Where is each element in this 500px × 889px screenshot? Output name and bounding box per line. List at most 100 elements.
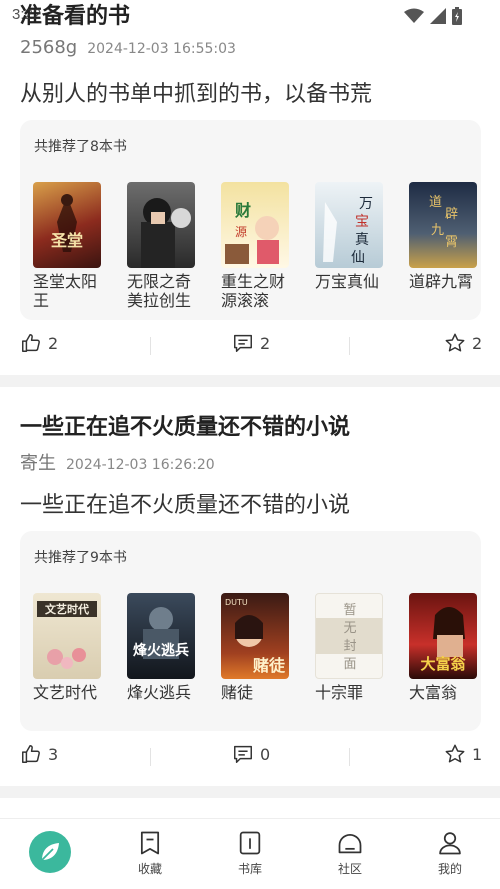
svg-text:文艺时代: 文艺时代: [45, 602, 89, 616]
book-item[interactable]: 圣堂 圣堂太阳王: [33, 182, 127, 310]
book-item[interactable]: 大富翁 大富翁: [409, 593, 500, 702]
like-button[interactable]: 2: [20, 332, 58, 354]
book-cover: 暂无封面: [315, 593, 383, 679]
tab-favorites[interactable]: 收藏: [100, 819, 200, 889]
svg-text:仙: 仙: [351, 250, 365, 266]
tab-label: 社区: [337, 862, 362, 876]
comment-button[interactable]: 0: [232, 743, 270, 765]
book-item[interactable]: 文艺时代 文艺时代: [33, 593, 127, 702]
bookmark-icon: [140, 831, 160, 855]
star-count: 2: [472, 333, 483, 353]
book-item[interactable]: DUTU 赌徒 赌徒: [221, 593, 315, 702]
book-title: 无限之奇美拉创生: [127, 272, 192, 310]
book-list: 共推荐了8本书 圣堂 圣堂太阳王 无限之奇美拉创生 财源 重生之财源滚滚 万 宝…: [20, 120, 481, 320]
svg-text:源: 源: [235, 225, 247, 239]
bottom-tab-bar: 收藏 书库 社区 我的: [0, 818, 500, 889]
tab-home[interactable]: [0, 819, 100, 889]
comment-icon: [234, 334, 252, 352]
star-icon: [445, 744, 465, 763]
book-item[interactable]: 道辟九霄 道辟九霄: [409, 182, 500, 310]
thumb-up-icon: [22, 334, 40, 352]
tab-profile[interactable]: 我的: [400, 819, 500, 889]
favorite-button[interactable]: 2: [444, 332, 482, 354]
thumb-up-icon: [22, 745, 40, 763]
book-title: 道辟九霄: [409, 272, 474, 291]
svg-text:宝: 宝: [355, 214, 369, 230]
post-author[interactable]: 2568g: [20, 37, 77, 58]
tab-library[interactable]: 书库: [200, 819, 300, 889]
book-cover: 圣堂: [33, 182, 101, 268]
star-icon: [445, 333, 465, 352]
svg-text:暂: 暂: [343, 603, 356, 618]
post-summary: 一些正在追不火质量还不错的小说: [20, 493, 351, 518]
post-title: 一些正在追不火质量还不错的小说: [20, 415, 351, 440]
like-count: 2: [48, 333, 59, 353]
battery-icon: [452, 7, 462, 25]
comment-icon: [234, 745, 252, 763]
book-cover: 道辟九霄: [409, 182, 477, 268]
book-title: 圣堂太阳王: [33, 272, 98, 310]
signal-icon: [430, 8, 446, 24]
post-actions: 3 0 1: [0, 743, 500, 773]
post-time: 2024-12-03 16:26:20: [66, 457, 215, 473]
tab-label: 我的: [437, 862, 462, 876]
book-cover: 财源: [221, 182, 289, 268]
book-icon: [239, 831, 261, 855]
svg-text:面: 面: [343, 657, 356, 672]
tab-label: 书库: [237, 862, 262, 876]
wifi-icon: [404, 8, 424, 23]
svg-text:财: 财: [234, 201, 251, 220]
book-title: 大富翁: [409, 683, 458, 702]
svg-text:万: 万: [359, 196, 373, 212]
action-divider: [349, 748, 350, 766]
post-meta: 2568g 2024-12-03 16:55:03: [20, 37, 236, 58]
tab-community[interactable]: 社区: [300, 819, 400, 889]
book-title: 文艺时代: [33, 683, 98, 702]
post-card[interactable]: 一些正在追不火质量还不错的小说 寄生 2024-12-03 16:26:20 一…: [0, 387, 500, 786]
svg-text:九: 九: [431, 223, 444, 238]
book-title: 重生之财源滚滚: [221, 272, 286, 310]
book-count: 共推荐了9本书: [34, 550, 127, 566]
book-cover: 万宝真仙: [315, 182, 383, 268]
book-item[interactable]: 财源 重生之财源滚滚: [221, 182, 315, 310]
svg-text:霄: 霄: [445, 235, 458, 250]
book-title: 十宗罪: [315, 683, 364, 702]
book-item[interactable]: 万宝真仙 万宝真仙: [315, 182, 409, 310]
post-summary: 从别人的书单中抓到的书，以备书荒: [20, 82, 373, 107]
action-divider: [150, 337, 151, 355]
book-count: 共推荐了8本书: [34, 139, 127, 155]
book-cover: DUTU 赌徒: [221, 593, 289, 679]
book-item[interactable]: 无限之奇美拉创生: [127, 182, 221, 310]
tab-label: 收藏: [137, 862, 162, 876]
svg-text:辟: 辟: [445, 207, 458, 222]
book-cover: [127, 182, 195, 268]
svg-text:DUTU: DUTU: [225, 598, 248, 607]
book-list: 共推荐了9本书 文艺时代 文艺时代 烽火逃兵 烽火逃兵 DUTU 赌徒 赌徒 暂…: [20, 531, 481, 731]
book-title: 赌徒: [221, 683, 254, 702]
favorite-button[interactable]: 1: [444, 743, 482, 765]
post-time: 2024-12-03 16:55:03: [87, 41, 236, 57]
community-icon: [338, 834, 362, 854]
book-item[interactable]: 烽火逃兵 烽火逃兵: [127, 593, 221, 702]
book-cover: 文艺时代: [33, 593, 101, 679]
comment-count: 0: [260, 744, 271, 764]
status-bar: 3:22: [0, 0, 500, 30]
comment-button[interactable]: 2: [232, 332, 270, 354]
star-count: 1: [472, 744, 483, 764]
post-card[interactable]: 准备看的书 2568g 2024-12-03 16:55:03 从别人的书单中抓…: [0, 0, 500, 375]
svg-text:封: 封: [343, 639, 356, 654]
book-item[interactable]: 暂无封面 十宗罪: [315, 593, 409, 702]
like-count: 3: [48, 744, 59, 764]
leaf-icon: [29, 831, 71, 873]
status-time: 3:22: [12, 6, 42, 23]
book-title: 万宝真仙: [315, 272, 380, 291]
svg-text:大富翁: 大富翁: [420, 655, 466, 673]
like-button[interactable]: 3: [20, 743, 58, 765]
svg-text:烽火逃兵: 烽火逃兵: [133, 642, 189, 659]
action-divider: [349, 337, 350, 355]
post-meta: 寄生 2024-12-03 16:26:20: [20, 449, 215, 475]
action-divider: [150, 748, 151, 766]
user-icon: [439, 832, 461, 855]
post-author[interactable]: 寄生: [20, 449, 56, 475]
svg-text:圣堂: 圣堂: [50, 231, 83, 250]
